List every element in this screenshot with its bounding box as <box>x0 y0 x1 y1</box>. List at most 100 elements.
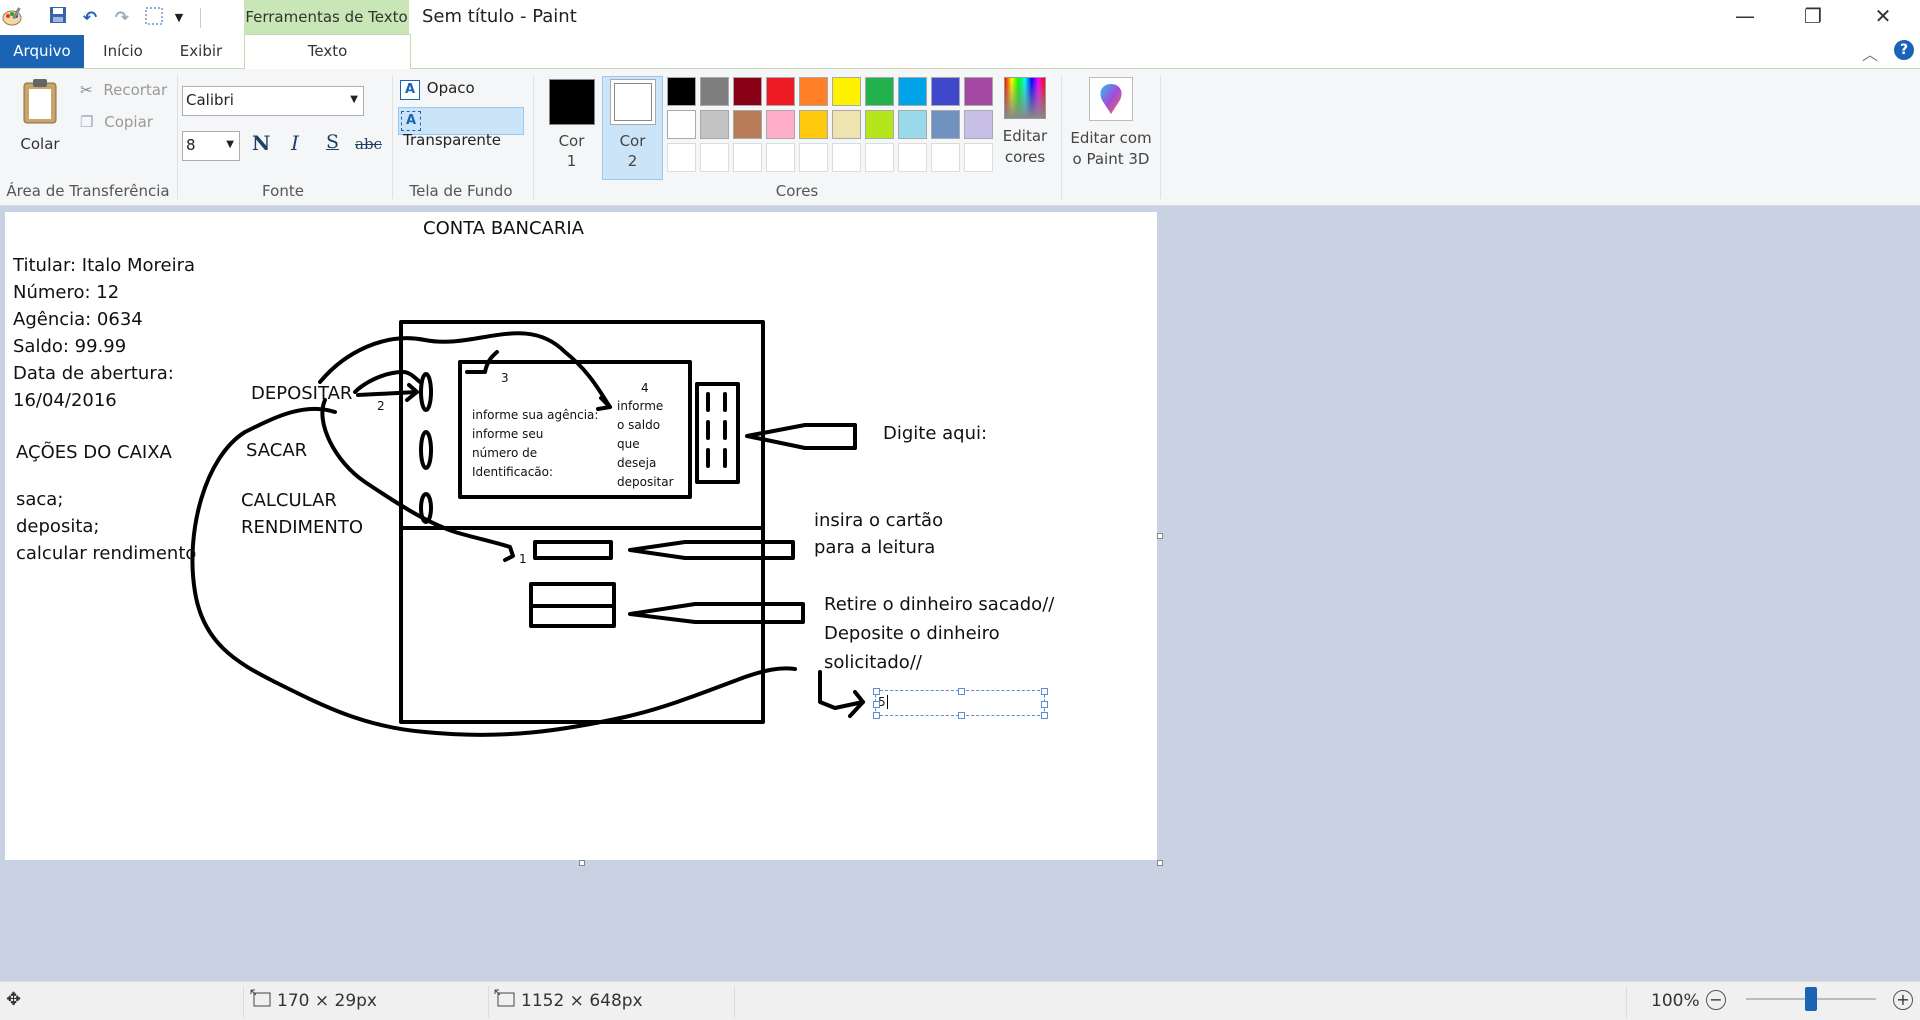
font-size-dropdown[interactable]: 8 ▼ <box>182 131 240 161</box>
resize-handle[interactable] <box>873 701 880 708</box>
palette-swatch[interactable] <box>898 77 927 106</box>
palette-swatch[interactable] <box>898 110 927 139</box>
opaque-button[interactable]: A Opaco <box>400 79 475 103</box>
redo-icon[interactable]: ↷ <box>110 6 134 30</box>
transparent-button[interactable]: A Transparente <box>398 107 524 149</box>
palette-swatch[interactable] <box>733 77 762 106</box>
resize-handle[interactable] <box>958 712 965 719</box>
depositar-text: DEPOSITAR <box>251 383 353 404</box>
copy-button[interactable]: ❐ Copiar <box>80 113 153 131</box>
active-text-box[interactable]: 5 <box>873 688 1048 719</box>
status-divider <box>1626 986 1627 1018</box>
tab-text[interactable]: Texto <box>244 34 411 71</box>
bold-button[interactable]: N <box>252 131 270 155</box>
button-oval <box>419 372 433 412</box>
edit-with-paint3d-button[interactable]: Editar com o Paint 3D <box>1068 77 1154 177</box>
zoom-out-button[interactable]: − <box>1706 990 1726 1010</box>
palette-swatch[interactable] <box>667 110 696 139</box>
resize-handle[interactable] <box>958 688 965 695</box>
palette-swatch[interactable] <box>964 110 993 139</box>
palette-swatch[interactable] <box>667 77 696 106</box>
resize-handle[interactable] <box>1041 688 1048 695</box>
undo-icon[interactable]: ↶ <box>78 6 102 30</box>
help-icon[interactable]: ? <box>1894 40 1914 60</box>
palette-swatch[interactable] <box>700 77 729 106</box>
button-oval <box>419 430 433 470</box>
group-divider <box>392 75 393 199</box>
sacar-text: SACAR <box>246 440 308 461</box>
flow-arrow-2 <box>356 383 419 402</box>
font-family-dropdown[interactable]: Calibri ▼ <box>182 86 364 116</box>
palette-custom-slot[interactable] <box>832 143 861 172</box>
minimize-button[interactable]: — <box>1710 0 1780 35</box>
color2-button[interactable]: Cor 2 <box>602 76 663 180</box>
palette-swatch[interactable] <box>733 110 762 139</box>
palette-custom-slot[interactable] <box>931 143 960 172</box>
resize-handle[interactable] <box>1041 712 1048 719</box>
canvas-resize-handle-right[interactable] <box>1157 533 1163 539</box>
palette-custom-slot[interactable] <box>733 143 762 172</box>
paste-button[interactable]: Colar <box>14 77 66 165</box>
palette-custom-slot[interactable] <box>766 143 795 172</box>
tab-view[interactable]: Exibir <box>168 35 234 68</box>
palette-custom-slot[interactable] <box>898 143 927 172</box>
copy-icon: ❐ <box>80 113 94 131</box>
palette-swatch[interactable] <box>832 77 861 106</box>
rendimento-label: RENDIMENTO <box>241 517 364 538</box>
underline-button[interactable]: S <box>326 131 339 153</box>
color-spectrum-icon <box>1004 77 1046 119</box>
group-divider <box>1061 75 1062 199</box>
zoom-slider-thumb[interactable] <box>1805 987 1817 1011</box>
tab-home[interactable]: Início <box>92 35 154 68</box>
status-divider <box>734 986 735 1018</box>
saldo-text: Saldo: 99.99 <box>13 336 127 357</box>
tab-file[interactable]: Arquivo <box>0 35 84 68</box>
palette-custom-slot[interactable] <box>667 143 696 172</box>
resize-handle[interactable] <box>873 712 880 719</box>
colors-group-label: Cores <box>775 182 819 200</box>
calcular-rendimento-text: calcular rendimento <box>16 543 197 564</box>
drawing-canvas[interactable]: CONTA BANCARIA Titular: Italo Moreira Nú… <box>5 212 1157 860</box>
collapse-ribbon-icon[interactable]: ︿ <box>1862 41 1878 65</box>
digite-aqui-text: Digite aqui: <box>883 423 988 444</box>
italic-button[interactable]: I <box>291 131 299 155</box>
palette-swatch[interactable] <box>799 110 828 139</box>
strikethrough-button[interactable]: abc <box>355 135 382 153</box>
paint-app-icon[interactable] <box>0 6 24 30</box>
canvas-resize-handle-corner[interactable] <box>1157 860 1163 866</box>
cut-button[interactable]: ✂ Recortar <box>80 81 167 99</box>
palette-swatch[interactable] <box>931 110 960 139</box>
palette-custom-slot[interactable] <box>700 143 729 172</box>
acoes-caixa-text: AÇÕES DO CAIXA <box>16 442 172 463</box>
qat-divider <box>200 8 201 28</box>
screen-left-text: informe sua agência: informe seu número … <box>472 408 599 479</box>
palette-custom-slot[interactable] <box>964 143 993 172</box>
color1-number: 1 <box>566 152 577 170</box>
palette-swatch[interactable] <box>931 77 960 106</box>
select-icon[interactable] <box>142 6 166 30</box>
resize-handle[interactable] <box>873 688 880 695</box>
restore-button[interactable]: ❐ <box>1778 0 1848 35</box>
palette-swatch[interactable] <box>865 77 894 106</box>
palette-swatch[interactable] <box>766 110 795 139</box>
palette-custom-slot[interactable] <box>865 143 894 172</box>
qat-dropdown-icon[interactable]: ▼ <box>172 6 186 30</box>
canvas-size-text: 1152 × 648px <box>521 991 643 1011</box>
edit-colors-button[interactable]: Editar cores <box>998 77 1052 177</box>
palette-swatch[interactable] <box>832 110 861 139</box>
zoom-in-button[interactable]: + <box>1893 990 1913 1010</box>
palette-custom-slot[interactable] <box>799 143 828 172</box>
save-icon[interactable] <box>46 6 70 30</box>
close-button[interactable]: ✕ <box>1848 0 1918 35</box>
palette-swatch[interactable] <box>964 77 993 106</box>
palette-swatch[interactable] <box>700 110 729 139</box>
retire-dinheiro-text: Retire o dinheiro sacado// <box>824 594 1055 615</box>
paint3d-label-1: Editar com <box>1070 129 1152 147</box>
palette-swatch[interactable] <box>799 77 828 106</box>
zoom-level-text: 100% <box>1651 991 1700 1011</box>
resize-handle[interactable] <box>1041 701 1048 708</box>
canvas-resize-handle-bottom[interactable] <box>579 860 585 866</box>
palette-swatch[interactable] <box>766 77 795 106</box>
color1-button[interactable]: Cor 1 <box>544 73 599 173</box>
palette-swatch[interactable] <box>865 110 894 139</box>
